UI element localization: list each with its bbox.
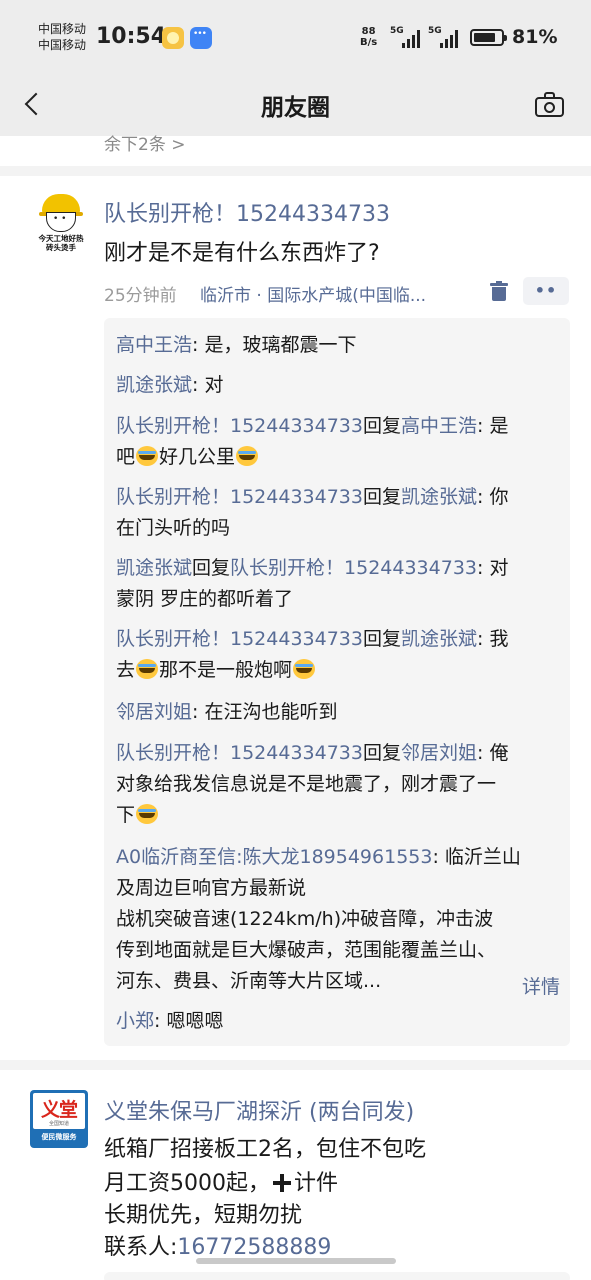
comment-author[interactable]: 高中王浩 — [116, 334, 192, 356]
comment-author[interactable]: A0临沂商至信:陈大龙18954961553 — [116, 846, 432, 868]
post-2-line-4: 联系人:16772588889 — [104, 1235, 332, 1260]
comment-author[interactable]: 凯途张斌 — [116, 557, 192, 579]
page-title: 朋友圈 — [261, 95, 330, 121]
comment-item[interactable]: 队长别开枪！15244334733回复凯途张斌: 你在门头听的吗 — [116, 482, 562, 544]
comment-author[interactable]: 队长别开枪！15244334733 — [116, 742, 363, 764]
reply-target[interactable]: 高中王浩 — [401, 415, 477, 437]
comment-item[interactable]: 邻居刘姐: 在汪沟也能听到 — [116, 697, 562, 728]
detail-link[interactable]: 详情 — [522, 972, 560, 999]
battery-icon — [470, 29, 507, 46]
next-comments-panel — [104, 1272, 570, 1280]
post-divider — [0, 166, 591, 176]
laugh-cry-emoji-icon — [136, 804, 159, 824]
like-comment-button[interactable]: •• — [523, 277, 569, 305]
comment-item[interactable]: 高中王浩: 是，玻璃都震一下 — [116, 330, 562, 361]
network-speed: 88 B/s — [360, 26, 378, 48]
comment-item[interactable]: 队长别开枪！15244334733回复高中王浩: 是吧好几公里 — [116, 411, 562, 473]
post-1-avatar[interactable]: 今天工地好热 砖头烫手 — [32, 194, 90, 258]
post-1-time: 25分钟前 — [104, 286, 177, 306]
post-2-avatar[interactable]: 义堂 全国知道 便民微服务 — [30, 1090, 88, 1148]
post-2-author[interactable]: 义堂朱保马厂湖探沂 (两台同发) — [104, 1094, 414, 1126]
comment-author[interactable]: 队长别开枪！15244334733 — [116, 628, 363, 650]
carrier-2: 中国移动 — [38, 38, 87, 52]
plus-icon — [273, 1174, 291, 1192]
comment-author[interactable]: 小郑 — [116, 1010, 154, 1032]
post-2-line-3: 长期优先，短期勿扰 — [104, 1203, 303, 1228]
reply-target[interactable]: 队长别开枪！15244334733 — [230, 557, 477, 579]
carrier-labels: 中国移动 中国移动 — [38, 21, 86, 53]
status-bar: 中国移动 中国移动 10:54 88 B/s 5G 5G 81% — [0, 0, 591, 76]
nav-bar: 朋友圈 — [0, 76, 591, 136]
comment-author[interactable]: 队长别开枪！15244334733 — [116, 415, 363, 437]
comment-item[interactable]: A0临沂商至信:陈大龙18954961553: 临沂兰山 及周边巨响官方最新说 战机… — [116, 842, 562, 997]
comment-author[interactable]: 邻居刘姐 — [116, 701, 192, 723]
comment-author[interactable]: 队长别开枪！15244334733 — [116, 486, 363, 508]
comment-item[interactable]: 队长别开枪！15244334733回复邻居刘姐: 俺对象给我发信息说是不是地震了… — [116, 738, 562, 831]
carrier-1: 中国移动 — [38, 22, 87, 36]
post-1-text: 刚才是不是有什么东西炸了? — [104, 241, 380, 266]
previous-post-more-comments[interactable]: 余下2条 > — [104, 130, 185, 155]
laugh-cry-emoji-icon — [136, 659, 159, 679]
comment-item[interactable]: 小郑: 嗯嗯嗯 — [116, 1006, 562, 1037]
moments-page: 中国移动 中国移动 10:54 88 B/s 5G 5G 81% 朋友圈 余下2… — [0, 0, 591, 1280]
reply-target[interactable]: 邻居刘姐 — [401, 742, 477, 764]
message-app-icon — [190, 27, 212, 49]
post-divider — [0, 1060, 591, 1070]
avatar-logo: 义堂 — [40, 1099, 78, 1121]
comment-item[interactable]: 凯途张斌回复队长别开枪！15244334733: 对蒙阴 罗庄的都听着了 — [116, 553, 562, 615]
status-time: 10:54 — [96, 24, 167, 49]
home-indicator[interactable] — [196, 1258, 396, 1264]
post-1-location[interactable]: 临沂市 · 国际水产城(中国临... — [200, 281, 426, 306]
comments-panel: 高中王浩: 是，玻璃都震一下 凯途张斌: 对 队长别开枪！15244334733… — [104, 318, 570, 1046]
reply-target[interactable]: 凯途张斌 — [401, 628, 477, 650]
laugh-cry-emoji-icon — [136, 446, 159, 466]
comment-author[interactable]: 凯途张斌 — [116, 374, 192, 396]
more-dots-icon: •• — [534, 281, 558, 300]
weather-app-icon — [162, 27, 184, 49]
camera-button[interactable] — [534, 90, 566, 120]
reply-target[interactable]: 凯途张斌 — [401, 486, 477, 508]
helmet-icon — [39, 194, 83, 216]
comment-item[interactable]: 队长别开枪！15244334733回复凯途张斌: 我去那不是一般炮啊 — [116, 624, 562, 686]
post-2-line-2: 月工资5000起， 计件 — [104, 1171, 339, 1196]
post-2-line-1: 纸箱厂招接板工2名，包住不包吃 — [104, 1137, 426, 1162]
phone-number-link[interactable]: 16772588889 — [177, 1235, 331, 1260]
comment-item[interactable]: 凯途张斌: 对 — [116, 370, 562, 401]
delete-button[interactable] — [490, 281, 508, 301]
battery-percent: 81% — [512, 26, 558, 48]
laugh-cry-emoji-icon — [293, 659, 316, 679]
laugh-cry-emoji-icon — [236, 446, 259, 466]
post-1-author[interactable]: 队长别开枪！15244334733 — [104, 196, 390, 228]
